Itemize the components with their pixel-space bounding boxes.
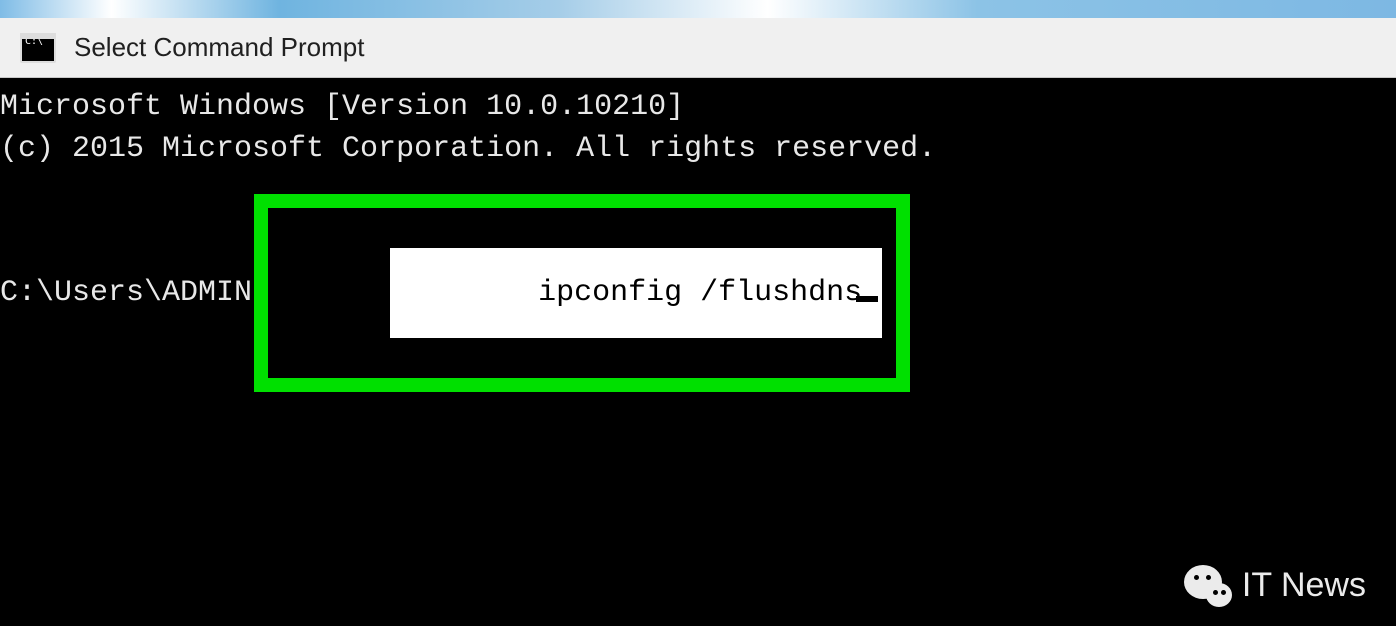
terminal-prompt-row: C:\Users\ADMIN ipconfig /flushdns xyxy=(0,194,1396,392)
terminal-area[interactable]: Microsoft Windows [Version 10.0.10210] (… xyxy=(0,78,1396,624)
terminal-banner-line-2: (c) 2015 Microsoft Corporation. All righ… xyxy=(0,128,1396,170)
desktop-sky-strip xyxy=(0,0,1396,18)
command-highlight-box: ipconfig /flushdns xyxy=(254,194,910,392)
terminal-prompt-path: C:\Users\ADMIN xyxy=(0,272,252,314)
terminal-banner-line-1: Microsoft Windows [Version 10.0.10210] xyxy=(0,86,1396,128)
watermark: IT News xyxy=(1184,562,1366,610)
wechat-icon xyxy=(1184,565,1230,607)
terminal-command-input[interactable]: ipconfig /flushdns xyxy=(390,248,882,338)
window-title: Select Command Prompt xyxy=(74,32,364,63)
terminal-command-text: ipconfig /flushdns xyxy=(538,276,862,310)
terminal-cursor xyxy=(856,296,878,302)
watermark-text: IT News xyxy=(1242,562,1366,610)
window-title-bar[interactable]: Select Command Prompt xyxy=(0,18,1396,78)
cmd-icon xyxy=(20,33,56,63)
